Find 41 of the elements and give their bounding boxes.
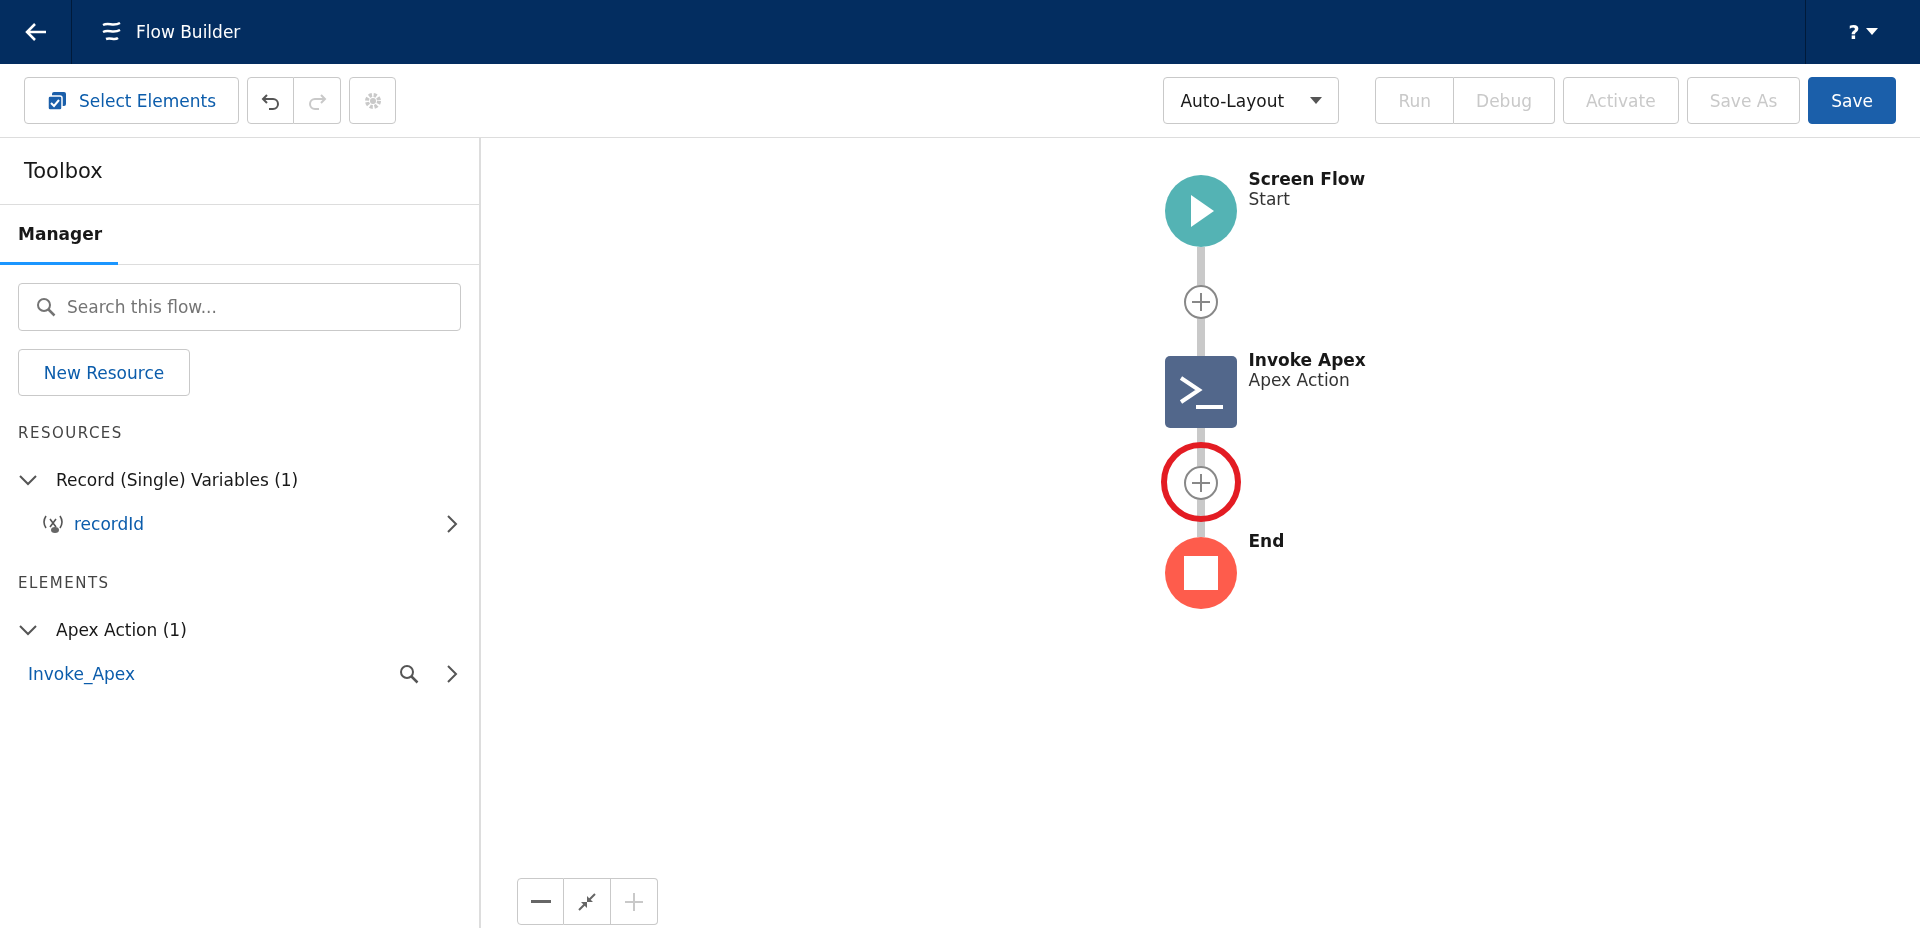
group-toggle[interactable]: Record (Single) Variables (1) [18, 470, 461, 490]
plus-icon [1190, 472, 1211, 493]
app-title: Flow Builder [136, 22, 241, 42]
search-field[interactable]: Search this flow... [18, 283, 461, 331]
resource-link[interactable]: recordId [74, 514, 145, 534]
plus-icon [625, 892, 643, 911]
group-toggle[interactable]: Apex Action (1) [18, 620, 461, 640]
node-subtitle: Apex Action [1248, 370, 1351, 390]
undo-button[interactable] [247, 77, 295, 124]
caret-icon [1865, 28, 1878, 36]
shrink-icon [578, 892, 596, 911]
save-button[interactable]: Save [1808, 77, 1896, 124]
node-title: Screen Flow [1248, 169, 1367, 189]
play-node-icon[interactable] [1164, 175, 1237, 247]
resource-link[interactable]: Invoke_Apex [28, 664, 136, 684]
add-element-button[interactable] [1183, 284, 1218, 319]
node-subtitle: Start [1248, 189, 1292, 209]
stop-node-icon[interactable] [1164, 537, 1237, 609]
terminal-node-icon[interactable] [1164, 356, 1237, 428]
add-element-button[interactable] [1183, 465, 1218, 500]
zoom-control-button[interactable] [517, 878, 564, 925]
minus-icon [530, 899, 551, 904]
select-elements-button[interactable]: Select Elements [24, 77, 240, 124]
variable-icon [42, 514, 64, 534]
plus-icon [1190, 291, 1211, 312]
help-button[interactable]: ? [1805, 0, 1920, 64]
new-resource-button[interactable]: New Resource [18, 349, 190, 396]
checkbox-icon [47, 90, 67, 111]
zoom-control-button[interactable] [564, 878, 611, 925]
settings-icon [363, 91, 382, 110]
back-arrow-icon [24, 23, 47, 41]
toolbox-title: Toolbox [24, 159, 103, 183]
manager-tab[interactable]: Manager [0, 205, 118, 265]
search-icon [399, 664, 419, 684]
section-heading: RESOURCES [18, 424, 124, 442]
node-title: Invoke Apex [1248, 350, 1367, 370]
node-title: End [1248, 531, 1286, 551]
layout-dropdown[interactable]: Auto-Layout [1163, 77, 1340, 124]
caret-icon [1310, 96, 1323, 105]
section-heading: ELEMENTS [18, 574, 111, 592]
search-icon [36, 297, 56, 317]
